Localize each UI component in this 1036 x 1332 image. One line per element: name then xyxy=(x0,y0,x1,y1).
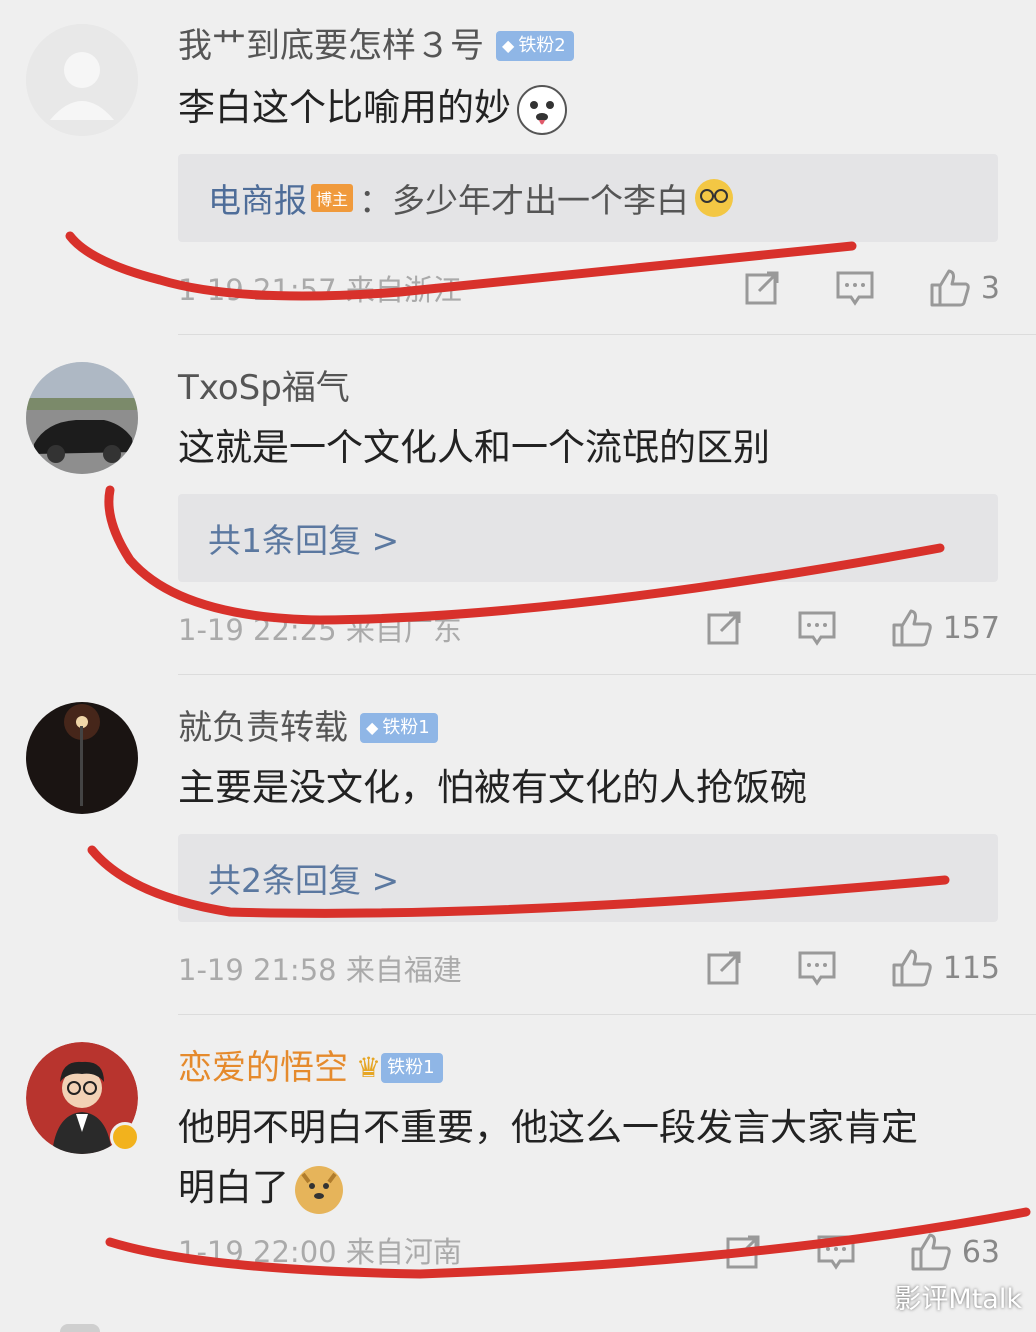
comment-icon xyxy=(836,271,874,306)
glasses-emoji-icon xyxy=(695,179,734,217)
share-icon xyxy=(745,271,779,305)
comment-username[interactable]: 我艹到底要怎样３号 ◆ 铁粉2 xyxy=(178,26,574,66)
fan-badge: ◆ 铁粉1 xyxy=(360,713,438,743)
share-button[interactable] xyxy=(743,269,781,307)
avatar-car[interactable] xyxy=(26,362,138,474)
reply-button[interactable] xyxy=(797,609,837,647)
comment-actions: 3 xyxy=(689,268,1000,308)
thumbs-up-icon xyxy=(892,609,932,647)
like-count: 157 xyxy=(942,610,1000,646)
view-replies-link[interactable]: 共2条回复 > xyxy=(208,854,399,902)
thumbs-up-icon xyxy=(892,949,932,987)
comment-username[interactable]: 恋爱的悟空 ♛ 铁粉1 xyxy=(178,1048,443,1088)
share-button[interactable] xyxy=(705,609,743,647)
verified-badge-icon xyxy=(110,1122,140,1152)
comment-text: 这就是一个文化人和一个流氓的区别 xyxy=(178,426,770,469)
like-count: 115 xyxy=(942,950,1000,986)
reply-button[interactable] xyxy=(835,269,875,307)
avatar-default[interactable] xyxy=(26,24,138,136)
comment-icon xyxy=(798,951,836,986)
like-count: 63 xyxy=(961,1234,1000,1270)
share-icon xyxy=(707,611,741,645)
view-replies-link[interactable]: 共1条回复 > xyxy=(208,514,399,562)
blogger-name[interactable]: 电商报 xyxy=(208,174,307,222)
thumbs-up-icon xyxy=(930,269,970,307)
comment-meta: 1-19 22:25 来自广东 xyxy=(178,613,462,647)
avatar-night[interactable] xyxy=(26,702,138,814)
view-replies-box[interactable]: 共2条回复 > xyxy=(178,834,998,922)
comment-username[interactable]: TxoSp福气 xyxy=(178,368,350,408)
blogger-tag: 博主 xyxy=(311,184,354,212)
watermark: 影评Mtalk xyxy=(894,1284,1022,1315)
comment-actions: 63 xyxy=(670,1232,1000,1272)
next-comment-avatar-partial xyxy=(60,1324,100,1332)
divider xyxy=(178,334,1036,335)
share-icon xyxy=(707,951,741,985)
reply-button[interactable] xyxy=(816,1233,856,1271)
reply-button[interactable] xyxy=(797,949,837,987)
comment-actions: 157 xyxy=(651,608,1000,648)
blogger-reply-box[interactable]: 电商报 博主：多少年才出一个李白 xyxy=(178,154,998,242)
fan-badge: 铁粉1 xyxy=(381,1053,443,1083)
comment-icon xyxy=(817,1235,855,1270)
crown-icon: ♛ xyxy=(356,1051,382,1084)
like-button[interactable]: 115 xyxy=(891,948,1000,988)
like-button[interactable]: 3 xyxy=(929,268,1000,308)
comment-text: 他明不明白不重要，他这么一段发言大家肯定 明白了 xyxy=(178,1098,1000,1218)
fan-badge: ◆ 铁粉2 xyxy=(496,31,574,61)
husky-emoji-icon xyxy=(517,84,567,135)
comment-username[interactable]: 就负责转载 ◆ 铁粉1 xyxy=(178,708,438,748)
divider xyxy=(178,674,1036,675)
comment-text: 主要是没文化，怕被有文化的人抢饭碗 xyxy=(178,766,807,809)
diamond-icon: ◆ xyxy=(366,718,379,737)
like-button[interactable]: 157 xyxy=(891,608,1000,648)
comment-meta: 1-19 21:57 来自浙江 xyxy=(178,273,462,307)
doge-emoji-icon xyxy=(295,1165,343,1214)
comment-meta: 1-19 21:58 来自福建 xyxy=(178,953,462,987)
comment-icon xyxy=(798,611,836,646)
share-button[interactable] xyxy=(724,1233,762,1271)
comment-meta: 1-19 22:00 来自河南 xyxy=(178,1235,462,1269)
divider xyxy=(178,1014,1036,1015)
avatar-cartoon[interactable] xyxy=(26,1042,140,1154)
comment-actions: 115 xyxy=(651,948,1000,988)
comment-text: 李白这个比喻用的妙 xyxy=(178,78,1000,138)
like-button[interactable]: 63 xyxy=(910,1232,1000,1272)
share-icon xyxy=(726,1235,760,1269)
like-count: 3 xyxy=(980,270,1000,306)
diamond-icon: ◆ xyxy=(502,36,515,55)
view-replies-box[interactable]: 共1条回复 > xyxy=(178,494,998,582)
share-button[interactable] xyxy=(705,949,743,987)
thumbs-up-icon xyxy=(911,1233,951,1271)
